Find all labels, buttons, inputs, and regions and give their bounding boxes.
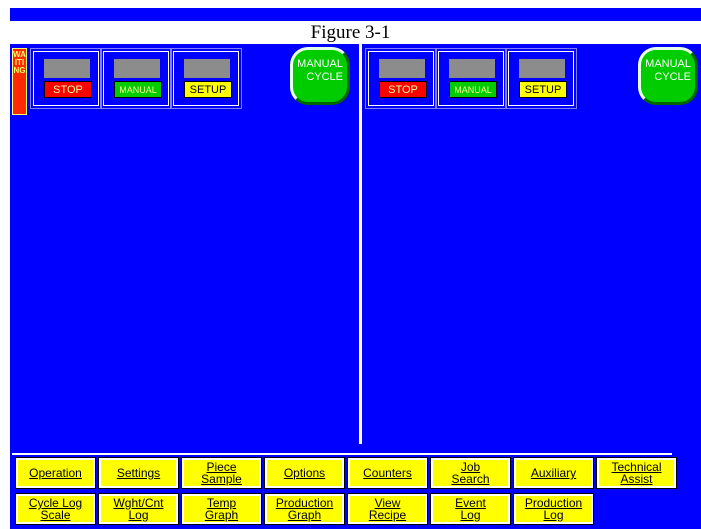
right-stop-lamp bbox=[379, 59, 425, 78]
right-stop-indicator: STOP bbox=[365, 48, 437, 109]
right-manual-indicator: MANUAL bbox=[435, 48, 507, 109]
nav-operation-button[interactable]: Operation bbox=[15, 457, 96, 489]
hmi-screen: WAITING STOP MANUAL SETUP MANUAL CYCLE S… bbox=[10, 44, 701, 529]
left-stop-label: STOP bbox=[44, 81, 92, 98]
left-manual-cycle-button[interactable]: MANUAL CYCLE bbox=[290, 47, 350, 105]
left-setup-lamp bbox=[184, 59, 230, 78]
right-stop-label: STOP bbox=[379, 81, 427, 98]
left-manual-label: MANUAL bbox=[114, 81, 162, 98]
right-setup-lamp bbox=[519, 59, 565, 78]
left-stop-lamp bbox=[44, 59, 90, 78]
nav-production-graph-button[interactable]: Production Graph bbox=[264, 493, 345, 525]
left-stop-indicator: STOP bbox=[30, 48, 102, 109]
nav-separator bbox=[12, 453, 672, 455]
left-cycle-line1: MANUAL bbox=[297, 58, 343, 70]
right-manual-lamp bbox=[449, 59, 495, 78]
nav-counters-button[interactable]: Counters bbox=[347, 457, 428, 489]
nav-view-recipe-button[interactable]: View Recipe bbox=[347, 493, 428, 525]
left-manual-lamp bbox=[114, 59, 160, 78]
figure-caption: Figure 3-1 bbox=[310, 22, 391, 43]
right-manual-cycle-button[interactable]: MANUAL CYCLE bbox=[638, 47, 698, 105]
right-cycle-line2: CYCLE bbox=[654, 71, 691, 83]
right-cycle-line1: MANUAL bbox=[645, 58, 691, 70]
left-cycle-line2: CYCLE bbox=[306, 71, 343, 83]
nav-technical-assist-button[interactable]: Technical Assist bbox=[596, 457, 677, 489]
nav-production-log-button[interactable]: Production Log bbox=[513, 493, 594, 525]
left-setup-label: SETUP bbox=[184, 81, 232, 98]
nav-piece-sample-button[interactable]: Piece Sample bbox=[181, 457, 262, 489]
nav-cycle-log-scale-button[interactable]: Cycle Log Scale bbox=[15, 493, 96, 525]
nav-temp-graph-button[interactable]: Temp Graph bbox=[181, 493, 262, 525]
right-manual-label: MANUAL bbox=[449, 81, 497, 98]
nav-event-log-button[interactable]: Event Log bbox=[430, 493, 511, 525]
nav-settings-button[interactable]: Settings bbox=[98, 457, 179, 489]
nav-job-search-button[interactable]: Job Search bbox=[430, 457, 511, 489]
left-manual-indicator: MANUAL bbox=[100, 48, 172, 109]
waiting-status-indicator: WAITING bbox=[12, 48, 27, 115]
right-setup-indicator: SETUP bbox=[505, 48, 577, 109]
nav-options-button[interactable]: Options bbox=[264, 457, 345, 489]
nav-wght-cnt-log-button[interactable]: Wght/Cnt Log bbox=[98, 493, 179, 525]
right-setup-label: SETUP bbox=[519, 81, 567, 98]
left-setup-indicator: SETUP bbox=[170, 48, 242, 109]
panel-divider bbox=[359, 44, 362, 444]
nav-auxiliary-button[interactable]: Auxiliary bbox=[513, 457, 594, 489]
title-bar bbox=[10, 8, 701, 21]
